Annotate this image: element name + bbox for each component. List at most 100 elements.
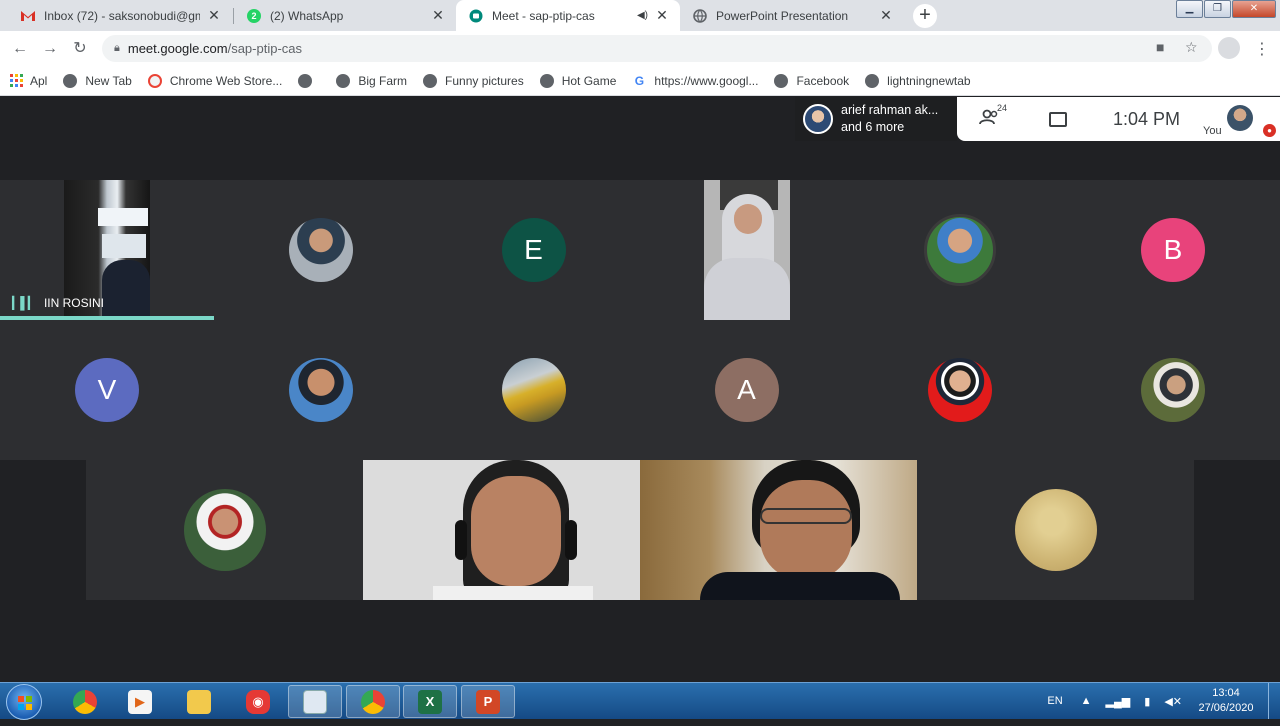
maximize-icon[interactable]: ❐	[1204, 0, 1231, 18]
bookmark-new-tab[interactable]: New Tab	[63, 73, 132, 88]
tray-expand-icon[interactable]: ▲	[1081, 695, 1092, 707]
tab-title: (2) WhatsApp	[270, 8, 344, 23]
headset-icon	[565, 520, 577, 560]
video-shirt	[700, 572, 900, 600]
tile-participant-v[interactable]: V	[0, 320, 214, 460]
bookmark-label: Apl	[30, 73, 48, 88]
reload-icon[interactable]: ↻	[70, 39, 90, 59]
tile-participant-2[interactable]	[214, 180, 427, 320]
taskbar-powerpoint[interactable]: P	[461, 685, 515, 718]
close-tab-icon[interactable]: ✕	[430, 7, 446, 24]
bookmark-lightningnewtab[interactable]: lightningnewtab	[865, 73, 971, 88]
tile-participant-4[interactable]	[853, 180, 1066, 320]
taskbar-explorer[interactable]	[172, 685, 226, 718]
menu-kebab-icon[interactable]: ⋮	[1254, 39, 1270, 59]
battery-icon[interactable]: ▮	[1144, 695, 1150, 708]
video-face	[734, 204, 762, 234]
webstore-icon	[147, 73, 162, 88]
volume-muted-icon[interactable]: ◀✕	[1164, 695, 1182, 708]
chat-icon[interactable]	[1049, 111, 1067, 127]
bookmark-big-farm[interactable]: Big Farm	[336, 73, 407, 88]
globe-icon	[63, 73, 78, 88]
tile-iin-rosini[interactable]: ▎▌▎ IIN ROSINI	[0, 180, 214, 320]
participant-avatar	[1014, 489, 1097, 571]
bookmark-facebook[interactable]: Facebook	[774, 73, 849, 88]
back-arrow-icon[interactable]: ←	[10, 39, 30, 59]
tab-whatsapp[interactable]: 2 (2) WhatsApp ✕	[234, 0, 456, 31]
powerpoint-icon: P	[476, 689, 500, 714]
participant-avatar	[923, 214, 996, 286]
language-indicator[interactable]: EN	[1047, 695, 1062, 707]
close-tab-icon[interactable]: ✕	[206, 7, 222, 24]
tab-gmail[interactable]: Inbox (72) - saksonobudi@gmail. ✕	[8, 0, 232, 31]
profile-avatar-icon[interactable]	[1218, 37, 1240, 59]
tab-title: Inbox (72) - saksonobudi@gmail.	[44, 8, 200, 23]
tile-participant-a[interactable]: A	[640, 320, 853, 460]
bookmark-label: New Tab	[85, 73, 132, 88]
taskbar-chrome-open[interactable]	[346, 685, 400, 718]
start-button[interactable]	[6, 684, 42, 720]
new-tab-button[interactable]: +	[913, 4, 937, 28]
meet-icon	[468, 8, 484, 24]
self-avatar[interactable]	[1227, 105, 1253, 131]
video-face	[471, 476, 561, 586]
tile-video-glasses[interactable]	[640, 460, 917, 600]
close-tab-icon[interactable]: ✕	[654, 7, 670, 24]
clock-time: 13:04	[1212, 687, 1240, 699]
speaker-icon[interactable]: ◀︎)	[637, 10, 648, 21]
participant-avatar	[288, 218, 353, 282]
lock-icon[interactable]: 🔒︎	[114, 42, 120, 55]
bookmark-funny-pictures[interactable]: Funny pictures	[423, 73, 524, 88]
participant-avatar	[927, 358, 992, 422]
tab-meet[interactable]: Meet - sap-ptip-cas ◀︎) ✕	[456, 0, 680, 31]
tile-participant-video-hijab[interactable]	[640, 180, 853, 320]
video-feed	[704, 180, 790, 320]
show-desktop-button[interactable]	[1268, 683, 1280, 719]
tile-participant-9[interactable]	[853, 320, 1066, 460]
forward-arrow-icon[interactable]: →	[40, 39, 60, 59]
taskbar-media-player[interactable]: ▶	[113, 685, 167, 718]
presenter-info[interactable]: arief rahman ak... and 6 more	[795, 97, 957, 141]
people-icon[interactable]: 24	[979, 103, 1009, 130]
address-bar[interactable]: 🔒︎ meet.google.com/sap-ptip-cas	[102, 35, 1212, 62]
audio-level-icon: ▎▌▎	[12, 296, 37, 310]
network-signal-icon[interactable]: ▂▄▆	[1106, 695, 1131, 708]
bookmark-google[interactable]: G https://www.googl...	[632, 73, 758, 88]
windows-taskbar: ▶ ◉ X P EN ▲ ▂▄▆ ▮ ◀✕ 13:04 27/06/2020	[0, 682, 1280, 720]
system-tray: EN ▲ ▂▄▆ ▮ ◀✕ 13:04 27/06/2020	[1047, 683, 1280, 719]
taskbar-camera-app[interactable]: ◉	[231, 685, 285, 718]
bookmark-label: lightningnewtab	[887, 73, 971, 88]
tab-powerpoint[interactable]: PowerPoint Presentation ✕	[680, 0, 904, 31]
bookmark-hot-game[interactable]: Hot Game	[539, 73, 616, 88]
minimize-icon[interactable]: ▁	[1176, 0, 1203, 18]
tile-participant-7[interactable]	[427, 320, 640, 460]
video-person	[102, 260, 150, 320]
tile-participant-b[interactable]: B	[1066, 180, 1280, 320]
tile-video-headset[interactable]	[363, 460, 640, 600]
close-tab-icon[interactable]: ✕	[878, 7, 894, 24]
presenter-more: and 6 more	[841, 120, 905, 134]
headset-icon	[455, 520, 467, 560]
camera-icon[interactable]: ■	[1156, 39, 1164, 55]
taskbar-chrome-pinned[interactable]	[58, 685, 112, 718]
participant-row-3	[86, 460, 1194, 600]
letter-avatar-a: A	[714, 358, 779, 422]
participant-row-2: V A	[0, 320, 1280, 460]
tile-participant-11[interactable]	[86, 460, 363, 600]
bookmark-unnamed[interactable]	[298, 73, 320, 88]
system-clock[interactable]: 13:04 27/06/2020	[1196, 686, 1256, 716]
tile-participant-e[interactable]: E	[427, 180, 640, 320]
bookmark-apps[interactable]: Apl	[10, 73, 48, 88]
close-window-icon[interactable]: ✕	[1232, 0, 1276, 18]
tile-participant-14[interactable]	[917, 460, 1194, 600]
bookmark-webstore[interactable]: Chrome Web Store...	[147, 73, 282, 88]
globe-icon	[539, 73, 554, 88]
window-controls: ▁ ❐ ✕	[1175, 0, 1276, 18]
tile-participant-6[interactable]	[214, 320, 427, 460]
taskbar-excel[interactable]: X	[403, 685, 457, 718]
tile-participant-10[interactable]	[1066, 320, 1280, 460]
taskbar-window-switcher[interactable]	[288, 685, 342, 718]
bookmark-star-icon[interactable]: ☆	[1185, 39, 1198, 56]
participant-count: 24	[997, 102, 1008, 113]
letter-avatar-e: E	[501, 218, 566, 282]
